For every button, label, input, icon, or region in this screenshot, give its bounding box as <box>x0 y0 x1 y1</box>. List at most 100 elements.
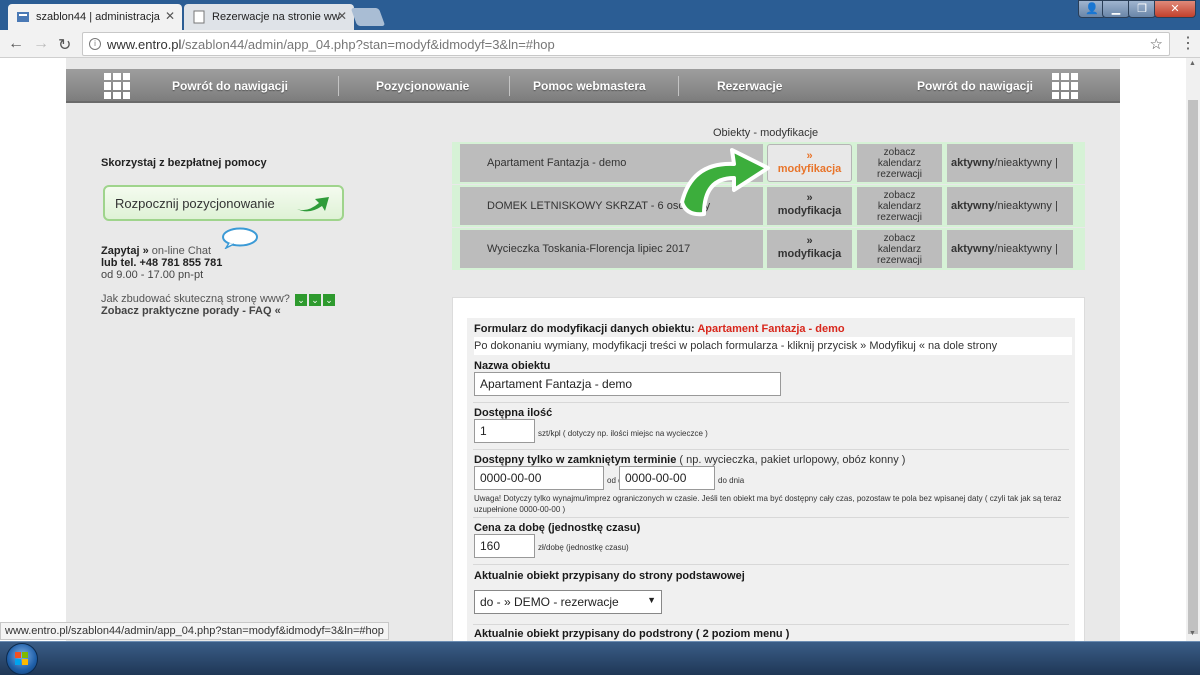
restore-icon[interactable]: ❐ <box>1128 0 1156 18</box>
form-hint: Po dokonaniu wymiany, modyfikacji treści… <box>474 337 1072 355</box>
address-bar[interactable]: i www.entro.pl/szablon44/admin/app_04.ph… <box>82 32 1170 56</box>
modify-link[interactable]: » modyfikacja <box>767 187 852 225</box>
calendar-line-2: kalendarz <box>877 158 922 169</box>
inactive-link[interactable]: /nieaktywny | <box>994 157 1057 169</box>
date-to-label: do dnia <box>718 476 745 485</box>
site-favicon-icon <box>17 12 29 22</box>
close-tab-icon[interactable]: ✕ <box>165 9 175 23</box>
modify-arrow: » <box>806 192 813 204</box>
bookmark-star-icon[interactable]: ☆ <box>1150 35 1163 53</box>
calendar-link[interactable]: zobacz kalendarz rezerwacji <box>857 144 942 182</box>
url-path: /szablon44/admin/app_04.php?stan=modyf&i… <box>181 37 555 52</box>
divider <box>473 449 1069 450</box>
term-label-line: Dostępny tylko w zamkniętym terminie ( n… <box>474 454 905 466</box>
status-bar: www.entro.pl/szablon44/admin/app_04.php?… <box>0 622 389 640</box>
date-to-input[interactable]: 0000-00-00 <box>619 466 715 490</box>
faq-link[interactable]: Zobacz praktyczne porady - FAQ « <box>101 305 281 317</box>
term-label: Dostępny tylko w zamkniętym terminie <box>474 454 677 466</box>
object-row: Wycieczka Toskania-Florencja lipiec 2017… <box>452 228 1085 270</box>
close-window-icon[interactable]: ✕ <box>1154 0 1196 18</box>
site-container: Powrót do nawigacji Pozycjonowanie Pomoc… <box>66 58 1120 641</box>
objects-title: Obiekty - modyfikacje <box>713 127 819 139</box>
inactive-link[interactable]: /nieaktywny | <box>994 200 1057 212</box>
ask-link[interactable]: Zapytaj » <box>101 245 149 257</box>
price-label: Cena za dobę (jednostkę czasu) <box>474 522 641 534</box>
minimize-icon[interactable]: ▁ <box>1102 0 1130 18</box>
info-icon[interactable]: i <box>89 38 101 50</box>
scrollbar-thumb[interactable] <box>1188 100 1198 634</box>
phone-line: lub tel. +48 781 855 781 <box>101 257 223 269</box>
chevron-down-icon: ⌄ <box>323 294 335 306</box>
object-name-input[interactable]: Apartament Fantazja - demo <box>474 372 781 396</box>
pointer-arrow-icon <box>680 148 770 217</box>
forward-icon[interactable]: → <box>33 35 49 53</box>
nav-back[interactable]: Powrót do nawigacji <box>172 79 288 93</box>
object-name: Wycieczka Toskania-Florencja lipiec 2017 <box>460 230 763 268</box>
reload-icon[interactable]: ↻ <box>58 35 71 55</box>
term-warning: Uwaga! Dotyczy tylko wynajmu/imprez ogra… <box>474 494 1062 514</box>
close-tab-icon[interactable]: ✕ <box>337 9 347 23</box>
browser-tab[interactable]: Rezerwacje na stronie ww ✕ <box>184 4 354 30</box>
qty-note: szt/kpl ( dotyczy np. ilości miejsc na w… <box>538 429 708 438</box>
calendar-line-2: kalendarz <box>877 201 922 212</box>
price-input[interactable]: 160 <box>474 534 535 558</box>
calendar-link[interactable]: zobacz kalendarz rezerwacji <box>857 230 942 268</box>
grid-menu-icon[interactable] <box>1052 73 1078 99</box>
chat-bubble-icon[interactable] <box>221 227 259 249</box>
dropdown-arrow-icon: ▼ <box>647 595 656 605</box>
calendar-link[interactable]: zobacz kalendarz rezerwacji <box>857 187 942 225</box>
back-icon[interactable]: ← <box>8 35 24 53</box>
nav-reservations[interactable]: Rezerwacje <box>717 79 782 93</box>
inactive-link[interactable]: /nieaktywny | <box>994 243 1057 255</box>
subpage-label: Aktualnie obiekt przypisany do podstrony… <box>474 628 790 640</box>
tab-title: szablon44 | administracja <box>36 11 160 23</box>
new-tab-button[interactable] <box>350 8 386 26</box>
form-object-name: Apartament Fantazja - demo <box>697 323 845 335</box>
page-select[interactable]: do - » DEMO - rezerwacje ▼ <box>474 590 662 614</box>
qty-input[interactable]: 1 <box>474 419 535 443</box>
browser-toolbar: ← → ↻ i www.entro.pl/szablon44/admin/app… <box>0 30 1200 58</box>
status-toggle[interactable]: aktywny/nieaktywny | <box>947 230 1073 268</box>
help-heading: Skorzystaj z bezpłatnej pomocy <box>101 157 267 169</box>
positioning-button-label: Rozpocznij pozycjonowanie <box>115 196 275 211</box>
browser-tab-active[interactable]: szablon44 | administracja ✕ <box>8 4 182 30</box>
divider <box>473 564 1069 565</box>
modify-link[interactable]: » modyfikacja <box>767 230 852 268</box>
tab-title: Rezerwacje na stronie ww <box>212 11 340 23</box>
modify-label: modyfikacja <box>777 205 842 217</box>
vertical-scrollbar[interactable]: ▲ ▼ <box>1186 58 1200 641</box>
price-note: zł/dobę (jednostkę czasu) <box>538 543 629 552</box>
status-toggle[interactable]: aktywny/nieaktywny | <box>947 144 1073 182</box>
hours-line: od 9.00 - 17.00 pn-pt <box>101 269 204 281</box>
scroll-down-icon[interactable]: ▼ <box>1189 630 1196 637</box>
windows-logo-icon <box>15 652 28 665</box>
os-taskbar <box>0 641 1200 675</box>
status-toggle[interactable]: aktywny/nieaktywny | <box>947 187 1073 225</box>
calendar-line-1: zobacz <box>883 190 916 201</box>
url-host: www.entro.pl <box>107 37 182 52</box>
how-to-text[interactable]: Jak zbudować skuteczną stronę www? <box>101 293 290 305</box>
nav-separator <box>678 76 679 96</box>
grid-menu-icon[interactable] <box>104 73 130 99</box>
calendar-line-3: rezerwacji <box>876 255 922 266</box>
nav-positioning[interactable]: Pozycjonowanie <box>376 79 469 93</box>
calendar-line-2: kalendarz <box>877 244 922 255</box>
active-link[interactable]: aktywny <box>951 200 994 212</box>
active-link[interactable]: aktywny <box>951 243 994 255</box>
start-positioning-button[interactable]: Rozpocznij pozycjonowanie <box>103 185 344 221</box>
chat-link[interactable]: on-line Chat <box>149 245 211 257</box>
nav-webmaster-help[interactable]: Pomoc webmastera <box>533 79 646 93</box>
date-from-input[interactable]: 0000-00-00 <box>474 466 604 490</box>
page-icon <box>193 10 205 24</box>
active-link[interactable]: aktywny <box>951 157 994 169</box>
modify-form: Formularz do modyfikacji danych obiektu:… <box>467 318 1075 641</box>
modify-link[interactable]: » modyfikacja <box>767 144 852 182</box>
start-button[interactable] <box>6 643 38 675</box>
scroll-up-icon[interactable]: ▲ <box>1189 60 1196 67</box>
nav-back-right[interactable]: Powrót do nawigacji <box>917 79 1033 93</box>
qty-label: Dostępna ilość <box>474 407 553 419</box>
page-label: Aktualnie obiekt przypisany do strony po… <box>474 570 745 582</box>
menu-icon[interactable]: ⋮ <box>1180 33 1196 53</box>
curved-arrow-icon <box>297 197 329 212</box>
browser-tabstrip: szablon44 | administracja ✕ Rezerwacje n… <box>0 0 1200 30</box>
